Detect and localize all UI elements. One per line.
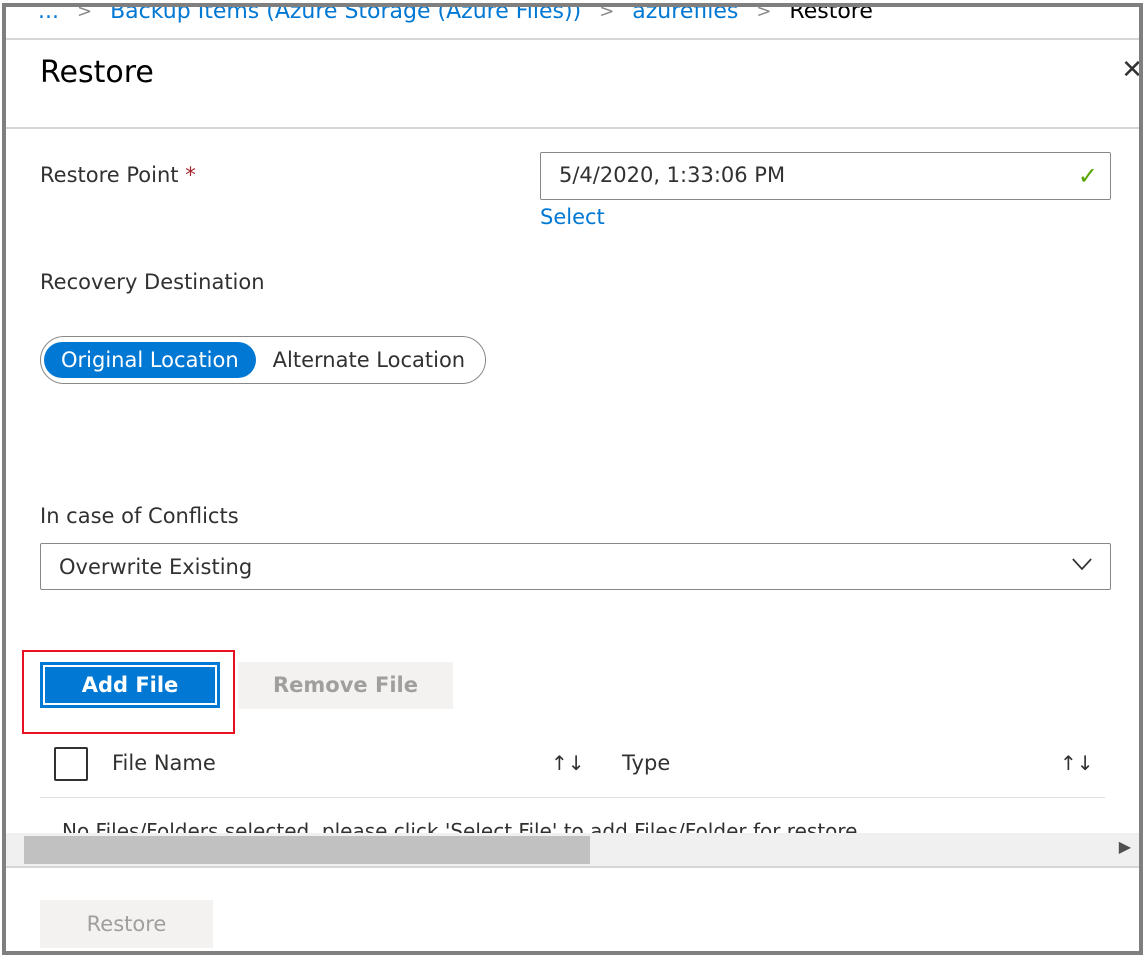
column-header-type[interactable]: Type bbox=[622, 751, 670, 775]
option-original-location[interactable]: Original Location bbox=[44, 342, 256, 378]
select-restore-point-link[interactable]: Select bbox=[540, 205, 605, 229]
add-file-button[interactable]: Add File bbox=[40, 662, 220, 708]
divider bbox=[40, 797, 1105, 798]
sort-icon[interactable]: ↑↓ bbox=[1060, 751, 1094, 775]
checkmark-icon: ✓ bbox=[1077, 162, 1098, 190]
restore-panel: ... > Backup Items (Azure Storage (Azure… bbox=[2, 3, 1143, 955]
divider bbox=[6, 866, 1139, 868]
restore-button[interactable]: Restore bbox=[40, 900, 213, 948]
remove-file-button[interactable]: Remove File bbox=[238, 662, 453, 709]
breadcrumb-backup-items[interactable]: Backup Items (Azure Storage (Azure Files… bbox=[110, 7, 581, 24]
sort-icon[interactable]: ↑↓ bbox=[551, 751, 585, 775]
option-alternate-location[interactable]: Alternate Location bbox=[256, 342, 482, 378]
scroll-right-icon[interactable]: ▶ bbox=[1119, 837, 1131, 856]
scrollbar-thumb[interactable] bbox=[24, 836, 590, 864]
column-header-file-name[interactable]: File Name bbox=[112, 751, 216, 775]
divider bbox=[6, 38, 1139, 40]
restore-point-value: 5/4/2020, 1:33:06 PM bbox=[559, 163, 786, 187]
conflicts-dropdown[interactable]: Overwrite Existing bbox=[40, 543, 1111, 590]
breadcrumb-azurefiles[interactable]: azurefiles bbox=[632, 7, 738, 24]
conflicts-value: Overwrite Existing bbox=[59, 555, 253, 579]
recovery-destination-label: Recovery Destination bbox=[40, 270, 265, 294]
close-icon[interactable]: ✕ bbox=[1121, 55, 1139, 85]
restore-point-input[interactable]: 5/4/2020, 1:33:06 PM ✓ bbox=[540, 152, 1111, 200]
chevron-right-icon: > bbox=[756, 3, 772, 22]
page-title: Restore bbox=[40, 55, 154, 90]
chevron-right-icon: > bbox=[76, 3, 93, 22]
chevron-right-icon: > bbox=[599, 3, 615, 22]
conflicts-label: In case of Conflicts bbox=[40, 504, 239, 528]
breadcrumb-ellipsis[interactable]: ... bbox=[38, 7, 59, 24]
recovery-destination-toggle: Original Location Alternate Location bbox=[40, 336, 487, 384]
restore-point-label-text: Restore Point bbox=[40, 163, 179, 187]
select-all-checkbox[interactable] bbox=[54, 747, 88, 781]
breadcrumb-current: Restore bbox=[789, 3, 873, 24]
required-marker: * bbox=[185, 163, 196, 187]
divider bbox=[6, 127, 1139, 129]
breadcrumb: ... > Backup Items (Azure Storage (Azure… bbox=[38, 3, 873, 24]
chevron-down-icon bbox=[1072, 558, 1092, 571]
restore-point-label: Restore Point * bbox=[40, 163, 196, 187]
